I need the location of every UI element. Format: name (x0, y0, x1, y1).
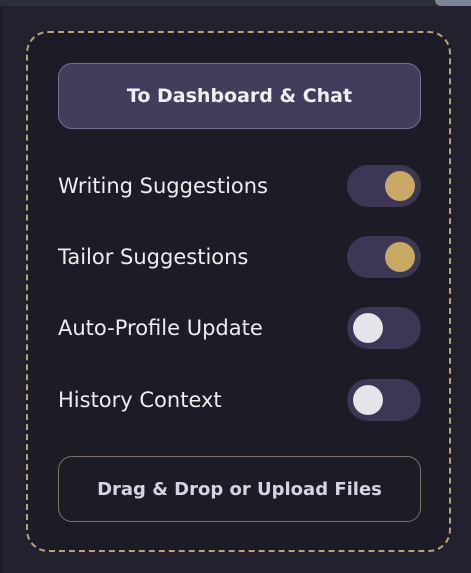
toggle-row-tailor-suggestions: Tailor Suggestions (58, 236, 421, 278)
toggle-label: History Context (58, 388, 222, 412)
toggle-row-history-context: History Context (58, 379, 421, 421)
toggle-knob (385, 171, 415, 201)
upload-files-button[interactable]: Drag & Drop or Upload Files (58, 456, 421, 522)
toggle-row-auto-profile-update: Auto-Profile Update (58, 307, 421, 349)
toggle-label: Writing Suggestions (58, 174, 268, 198)
tailor-suggestions-toggle[interactable] (347, 236, 421, 278)
toggle-knob (385, 242, 415, 272)
window-left-edge (0, 6, 2, 573)
toggle-knob (353, 313, 383, 343)
toggle-knob (353, 385, 383, 415)
to-dashboard-chat-button[interactable]: To Dashboard & Chat (58, 63, 421, 129)
toggle-row-writing-suggestions: Writing Suggestions (58, 165, 421, 207)
window-top-bar (0, 0, 471, 6)
toggle-label: Tailor Suggestions (58, 245, 249, 269)
toggle-label: Auto-Profile Update (58, 316, 263, 340)
window-top-accent (435, 0, 471, 6)
history-context-toggle[interactable] (347, 379, 421, 421)
writing-suggestions-toggle[interactable] (347, 165, 421, 207)
auto-profile-update-toggle[interactable] (347, 307, 421, 349)
